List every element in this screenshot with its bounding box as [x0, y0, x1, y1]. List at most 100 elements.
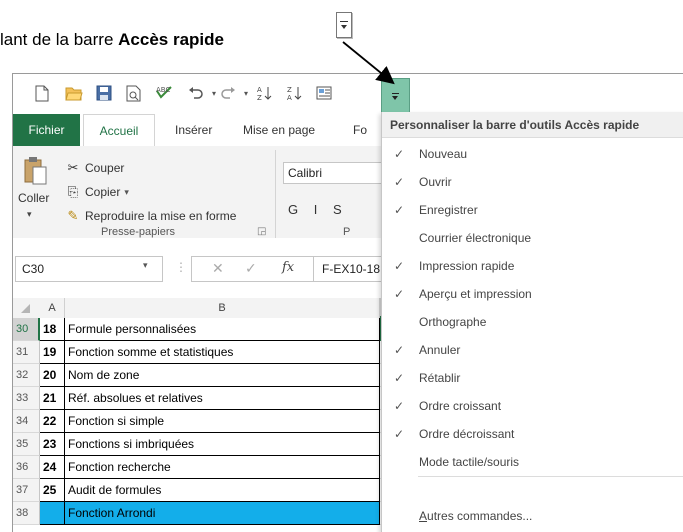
row-header[interactable]: 33 — [13, 387, 40, 410]
format-painter-label: Reproduire la mise en forme — [85, 209, 237, 223]
row-header[interactable]: 35 — [13, 433, 40, 456]
checkmark-icon: ✓ — [394, 399, 405, 413]
menu-item[interactable]: ✓ Impression rapide — [382, 252, 683, 280]
table-row: 31 19 Fonction somme et statistiques — [13, 341, 393, 364]
menu-item[interactable]: ✓ Ordre décroissant — [382, 420, 683, 448]
cell-a[interactable]: 23 — [40, 433, 65, 456]
dialog-launcher-icon[interactable]: ◲ — [257, 226, 266, 237]
cut-button[interactable]: ✂ Couper — [65, 160, 125, 176]
tab-insert[interactable]: Insérer — [167, 114, 220, 146]
svg-text:Z: Z — [287, 86, 292, 94]
menu-item[interactable]: ✓ Ouvrir — [382, 168, 683, 196]
menu-item[interactable]: Courrier électronique — [382, 224, 683, 252]
table-row: 37 25 Audit de formules — [13, 479, 393, 502]
copy-button[interactable]: ⎘ Copier ▾ — [65, 184, 129, 200]
formula-buttons: ✕ ✓ fx — [191, 256, 314, 282]
row-header[interactable]: 34 — [13, 410, 40, 433]
menu-item[interactable]: ✓ Nouveau — [382, 140, 683, 168]
table-row: 38 Fonction Arrondi — [13, 502, 393, 525]
cut-label: Couper — [85, 161, 125, 175]
menu-item[interactable]: Mode tactile/souris — [382, 448, 683, 476]
cell-b[interactable]: Réf. absolues et relatives — [65, 387, 380, 410]
enter-check-icon[interactable]: ✓ — [245, 260, 257, 277]
paste-icon[interactable] — [23, 156, 47, 186]
menu-item-more-commands[interactable]: Autres commandes... — [382, 502, 683, 530]
tab-home[interactable]: Accueil — [83, 114, 155, 147]
tab-file[interactable]: Fichier — [13, 114, 80, 146]
svg-text:A: A — [257, 86, 262, 94]
spelling-icon[interactable]: ABC — [153, 82, 175, 104]
column-header-a[interactable]: A — [40, 298, 65, 318]
table-row: 34 22 Fonction si simple — [13, 410, 393, 433]
insert-function-icon[interactable]: fx — [282, 260, 294, 275]
sort-ascending-icon[interactable]: AZ — [253, 82, 275, 104]
cell-a[interactable]: 24 — [40, 456, 65, 479]
cell-b[interactable]: Formule personnalisées — [65, 318, 380, 341]
cell-b[interactable]: Audit de formules — [65, 479, 380, 502]
row-header[interactable]: 37 — [13, 479, 40, 502]
paste-button-label[interactable]: Coller — [18, 191, 49, 205]
font-name-box[interactable]: Calibri — [283, 162, 383, 184]
caption-bold: Accès rapide — [118, 30, 224, 49]
select-all-corner[interactable] — [21, 304, 30, 313]
menu-item[interactable]: ✓ Annuler — [382, 336, 683, 364]
more-commands-accel: A — [419, 509, 428, 523]
qat-customize-button[interactable] — [381, 78, 410, 113]
cell-a[interactable]: 25 — [40, 479, 65, 502]
menu-item-label: Orthographe — [419, 315, 487, 329]
tab-page-layout[interactable]: Mise en page — [235, 114, 323, 146]
cell-b[interactable]: Fonction somme et statistiques — [65, 341, 380, 364]
touch-mode-icon[interactable] — [313, 82, 335, 104]
paste-dropdown-icon[interactable]: ▾ — [27, 209, 32, 220]
row-header[interactable]: 31 — [13, 341, 40, 364]
scissors-icon: ✂ — [67, 160, 79, 175]
table-row: 36 24 Fonction recherche — [13, 456, 393, 479]
cancel-icon[interactable]: ✕ — [212, 260, 224, 277]
row-header[interactable]: 32 — [13, 364, 40, 387]
menu-item-label: Nouveau — [419, 147, 468, 161]
cell-a[interactable]: 19 — [40, 341, 65, 364]
row-header[interactable]: 36 — [13, 456, 40, 479]
svg-text:A: A — [287, 94, 292, 101]
clipboard-group-label: Presse-papiers — [101, 226, 175, 238]
cell-a[interactable]: 20 — [40, 364, 65, 387]
cell-b[interactable]: Fonction si simple — [65, 410, 380, 433]
print-preview-icon[interactable] — [123, 82, 145, 104]
format-painter-button[interactable]: ✎ Reproduire la mise en forme — [65, 208, 237, 224]
new-file-icon[interactable] — [31, 82, 53, 104]
cell-b[interactable]: Fonctions si imbriquées — [65, 433, 380, 456]
menu-item-label: Courrier électronique — [419, 231, 532, 245]
cell-a[interactable]: 21 — [40, 387, 65, 410]
cell-a[interactable] — [40, 502, 65, 525]
column-headers: A B — [13, 298, 393, 319]
sort-descending-icon[interactable]: ZA — [283, 82, 305, 104]
cell-a[interactable]: 18 — [40, 318, 65, 341]
menu-item[interactable]: ✓ Rétablir — [382, 364, 683, 392]
row-header[interactable]: 38 — [13, 502, 40, 525]
row-header[interactable]: 30 — [13, 318, 40, 341]
checkmark-icon: ✓ — [394, 371, 405, 385]
menu-item-label: Annuler — [419, 343, 461, 357]
copy-dropdown-icon[interactable]: ▾ — [124, 187, 129, 198]
checkmark-icon: ✓ — [394, 147, 405, 161]
cell-a[interactable]: 22 — [40, 410, 65, 433]
cell-b[interactable]: Fonction Arrondi — [65, 502, 380, 525]
checkmark-icon: ✓ — [394, 175, 405, 189]
open-folder-icon[interactable] — [63, 82, 85, 104]
menu-item[interactable]: ✓ Ordre croissant — [382, 392, 683, 420]
menu-item[interactable]: ✓ Enregistrer — [382, 196, 683, 224]
save-icon[interactable] — [93, 82, 115, 104]
font-format-buttons[interactable]: G I S — [288, 202, 348, 217]
cell-b[interactable]: Nom de zone — [65, 364, 380, 387]
menu-item-label: Rétablir — [419, 371, 461, 385]
cell-b[interactable]: Fonction recherche — [65, 456, 380, 479]
name-box-dropdown-icon[interactable]: ▾ — [143, 260, 148, 271]
name-box[interactable]: C30 — [15, 256, 163, 282]
column-header-b[interactable]: B — [65, 298, 380, 318]
tab-formulas[interactable]: Fo — [345, 114, 375, 146]
menu-item-label: Mode tactile/souris — [419, 455, 520, 469]
quick-access-toolbar: ABC ▾ ▾ AZ ZA — [13, 74, 683, 114]
menu-item[interactable]: Orthographe — [382, 308, 683, 336]
caption-text: lant de la barre Accès rapide — [0, 30, 224, 50]
menu-item[interactable]: ✓ Aperçu et impression — [382, 280, 683, 308]
